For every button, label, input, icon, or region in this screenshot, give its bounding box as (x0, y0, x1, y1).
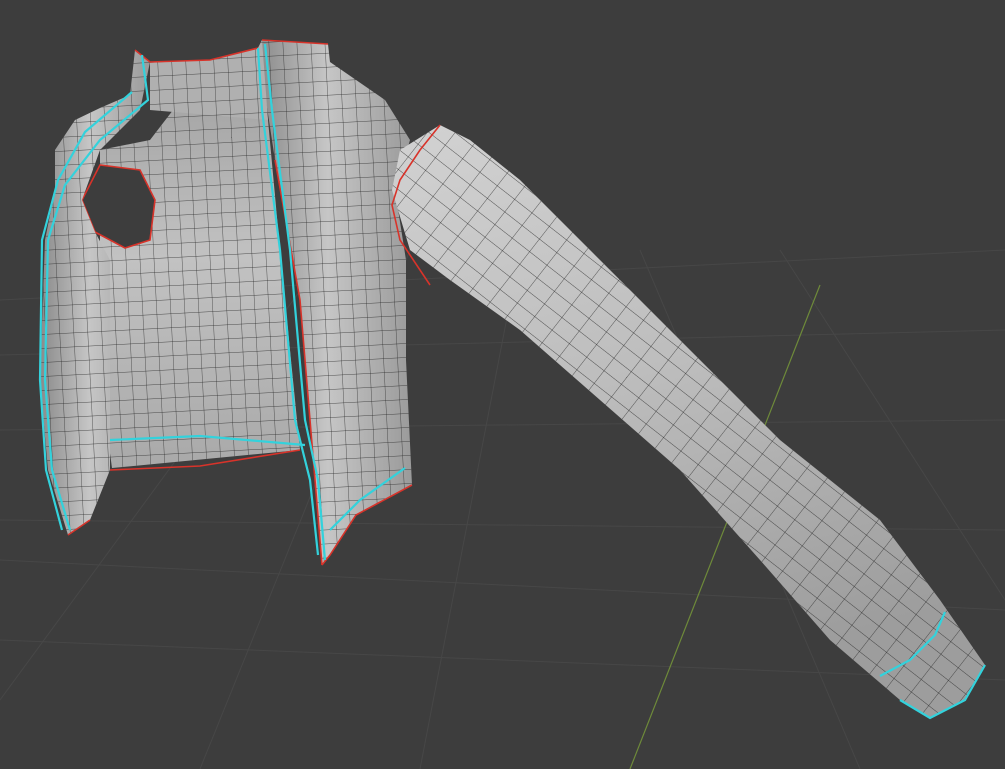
collar[interactable] (150, 40, 268, 120)
3d-viewport[interactable] (0, 0, 1005, 769)
